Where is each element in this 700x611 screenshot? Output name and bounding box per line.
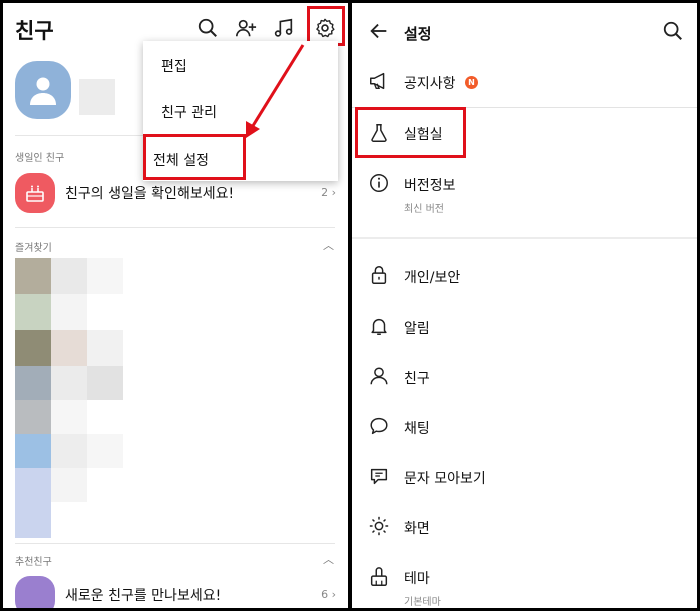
settings-item-version[interactable]: 버전정보 (404, 175, 456, 195)
birthday-prompt[interactable]: 친구의 생일을 확인해보세요! (65, 183, 234, 203)
birthday-section-label: 생일인 친구 (15, 153, 65, 164)
page-title: 친구 (15, 19, 54, 43)
lab-highlight-box (355, 107, 466, 158)
theme-current: 기본테마 (404, 597, 441, 608)
add-friend-icon[interactable] (233, 15, 259, 41)
divider (15, 227, 335, 228)
divider (15, 543, 335, 544)
collapse-chevron-icon[interactable]: ︿ (323, 237, 334, 253)
back-arrow-icon[interactable] (368, 20, 390, 42)
friends-screen: 친구 생일인 친구 친구의 생일을 확인해보세요! 2 › 즐겨찾기 ︿ 추천친… (3, 3, 348, 608)
megaphone-icon (368, 70, 390, 92)
settings-item-theme[interactable]: 테마 (404, 568, 430, 588)
profile-name-redacted (79, 79, 115, 115)
brightness-icon (368, 515, 390, 537)
lock-icon (368, 264, 390, 286)
cake-icon (15, 173, 55, 213)
music-icon[interactable] (271, 15, 297, 41)
settings-item-notifications[interactable]: 알림 (404, 318, 430, 338)
person-icon (368, 365, 390, 387)
settings-item-friends[interactable]: 친구 (404, 368, 430, 388)
avatar[interactable] (15, 61, 71, 119)
menu-item-manage-friends[interactable]: 친구 관리 (161, 102, 217, 122)
page-title: 설정 (404, 25, 432, 43)
gear-highlight-box (307, 6, 345, 46)
menu-item-edit[interactable]: 편집 (161, 56, 187, 76)
search-icon[interactable] (662, 20, 684, 42)
settings-item-privacy[interactable]: 개인/보안 (404, 267, 460, 287)
new-badge: N (465, 76, 478, 89)
recommend-count[interactable]: 6 › (321, 588, 336, 601)
recommended-section-label: 추천친구 (15, 557, 52, 568)
chat-bubble-icon (368, 415, 390, 437)
settings-item-sms-collection[interactable]: 문자 모아보기 (404, 468, 486, 488)
settings-highlight-box (143, 134, 246, 180)
info-icon (368, 172, 390, 194)
birthday-count[interactable]: 2 › (321, 186, 336, 199)
version-status: 최신 버전 (404, 204, 444, 215)
settings-item-chats[interactable]: 채팅 (404, 418, 430, 438)
recommend-avatar (15, 576, 55, 608)
collapse-chevron-icon[interactable]: ︿ (323, 551, 334, 567)
settings-item-notice[interactable]: 공지사항 (404, 73, 456, 93)
paint-brush-icon (368, 566, 390, 588)
settings-item-display[interactable]: 화면 (404, 518, 430, 538)
message-icon (368, 465, 390, 487)
favorites-section-label: 즐겨찾기 (15, 243, 52, 254)
recommend-prompt[interactable]: 새로운 친구를 만나보세요! (65, 585, 221, 605)
bell-icon (368, 315, 390, 337)
settings-screen: 설정 공지사항 N 실험실 버전정보 최신 버전 개인/보안 알림 친구 채팅 … (352, 3, 697, 608)
divider (352, 237, 697, 239)
search-icon[interactable] (195, 15, 221, 41)
